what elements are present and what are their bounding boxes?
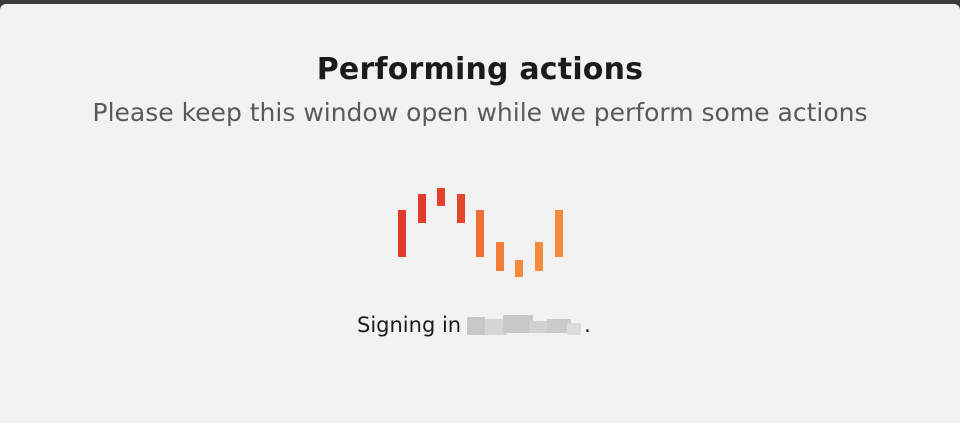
status-suffix: . xyxy=(584,313,591,337)
spinner-bar xyxy=(418,194,426,223)
performing-actions-dialog: Performing actions Please keep this wind… xyxy=(0,4,960,423)
spinner-bar xyxy=(535,242,543,271)
spinner-bar xyxy=(515,260,523,277)
sign-in-status: Signing in . xyxy=(357,311,591,339)
status-text: Signing in xyxy=(357,313,462,337)
spinner-bar xyxy=(555,210,563,257)
spinner-bar xyxy=(476,210,484,257)
dialog-subtitle: Please keep this window open while we pe… xyxy=(92,98,868,127)
wave-bars-spinner-icon xyxy=(394,184,569,280)
spinner-bar xyxy=(457,194,465,223)
spinner-bar xyxy=(496,242,504,271)
spinner-bar xyxy=(437,188,445,206)
dialog-title: Performing actions xyxy=(316,52,644,87)
redacted-account-name xyxy=(467,315,583,335)
spinner-bar xyxy=(398,210,406,257)
